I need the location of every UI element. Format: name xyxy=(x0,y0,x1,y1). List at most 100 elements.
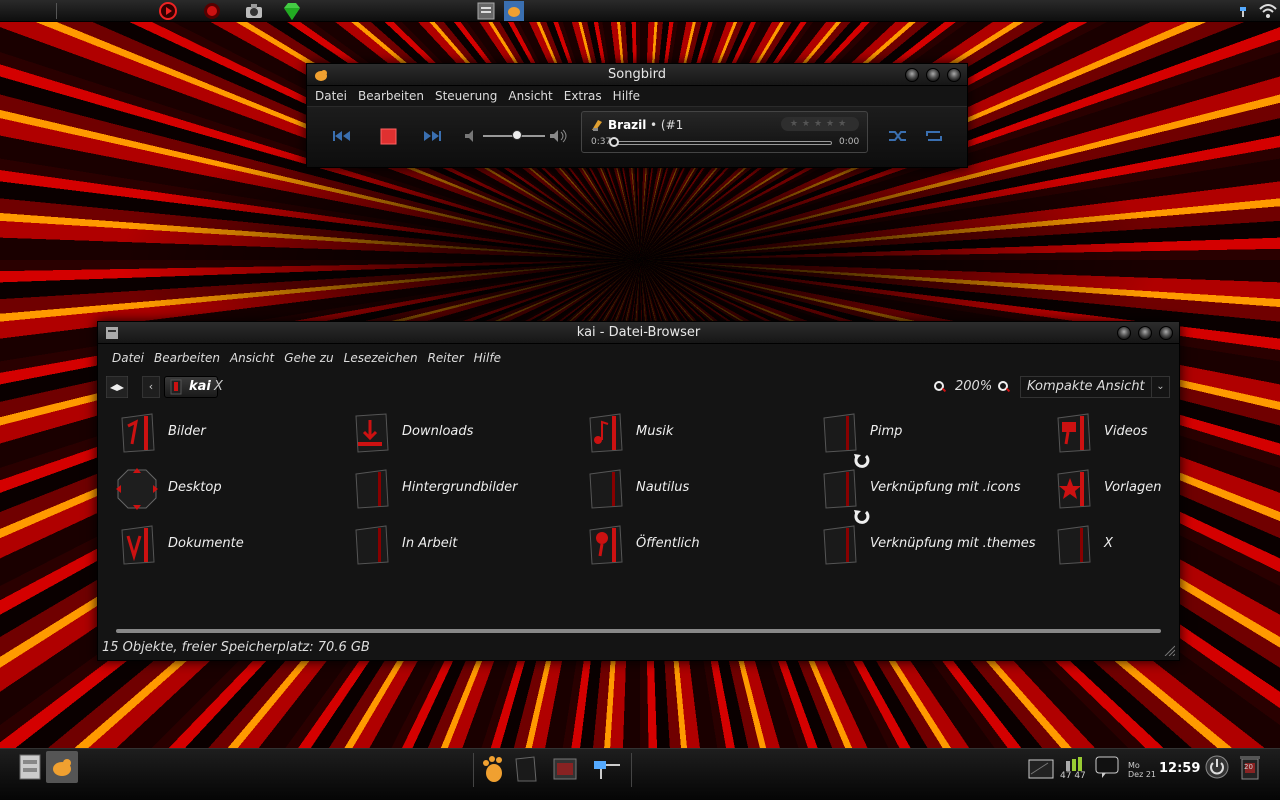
maximize-button[interactable] xyxy=(1138,326,1152,340)
seek-bar[interactable] xyxy=(612,141,832,145)
file-manager-app-icon xyxy=(106,327,118,339)
folder-icon xyxy=(589,469,623,509)
view-mode-select[interactable]: Kompakte Ansicht ⌄ xyxy=(1020,376,1170,398)
file-manager-window-icon[interactable] xyxy=(476,1,496,21)
songbird-title: Songbird xyxy=(608,67,666,82)
zoom-in-icon[interactable] xyxy=(997,380,1011,394)
home-folder-launcher-icon[interactable] xyxy=(512,755,538,783)
menu-datei[interactable]: Datei xyxy=(108,351,150,365)
network-icon[interactable] xyxy=(1238,1,1258,21)
file-item-bilder[interactable]: Bilder xyxy=(114,408,344,458)
minimize-button[interactable] xyxy=(905,68,919,82)
file-cabinet-icon[interactable] xyxy=(18,753,42,781)
desktop-folder-icon xyxy=(116,468,158,510)
file-item-desktop[interactable]: Desktop xyxy=(114,464,344,514)
gem-icon[interactable] xyxy=(282,1,302,21)
file-item-vorlagen[interactable]: Vorlagen xyxy=(1050,464,1170,514)
public-folder-icon xyxy=(589,525,623,565)
panel-separator xyxy=(56,3,57,19)
message-bubble-icon[interactable] xyxy=(1094,755,1120,779)
chevron-down-icon: ⌄ xyxy=(1151,377,1169,397)
songbird-titlebar[interactable]: Songbird xyxy=(307,64,967,86)
network-settings-icon[interactable] xyxy=(592,755,622,783)
volume-high-icon[interactable] xyxy=(548,127,570,145)
rating-stars[interactable]: ★★★★★ xyxy=(781,117,859,131)
close-tab-button[interactable]: X xyxy=(214,379,223,394)
menu-hilfe[interactable]: Hilfe xyxy=(609,89,647,103)
gnome-foot-icon[interactable] xyxy=(480,755,506,783)
player-controls: Brazil • (#1 ★★★★★ 0:37 0:00 xyxy=(307,106,967,167)
songbird-app-icon xyxy=(315,70,327,81)
panel-separator xyxy=(473,753,474,787)
now-playing-display: Brazil • (#1 ★★★★★ 0:37 0:00 xyxy=(581,111,868,153)
file-item-in-arbeit[interactable]: In Arbeit xyxy=(348,520,578,570)
folder-icon xyxy=(355,525,389,565)
songbird-taskbar-icon[interactable] xyxy=(46,751,78,783)
seek-knob[interactable] xyxy=(609,137,619,147)
symlink-arrow-icon xyxy=(854,454,870,468)
folder-icon xyxy=(1057,525,1091,565)
time-total: 0:00 xyxy=(839,137,860,147)
breadcrumb-home[interactable]: kai xyxy=(164,376,218,398)
next-track-icon[interactable] xyxy=(421,127,443,145)
menu-bearbeiten[interactable]: Bearbeiten xyxy=(150,351,226,365)
image-viewer-icon[interactable] xyxy=(552,755,578,783)
file-item-pimp[interactable]: Pimp xyxy=(816,408,1046,458)
volume-low-icon[interactable] xyxy=(463,127,477,145)
songbird-window: Songbird Datei Bearbeiten Steuerung Ansi… xyxy=(306,63,968,168)
minimize-button[interactable] xyxy=(1117,326,1131,340)
menu-lesezeichen[interactable]: Lesezeichen xyxy=(340,351,424,365)
power-icon[interactable] xyxy=(1205,755,1229,779)
menu-hilfe[interactable]: Hilfe xyxy=(470,351,507,365)
menu-ansicht[interactable]: Ansicht xyxy=(504,89,559,103)
track-title: Brazil xyxy=(608,118,647,132)
now-playing-icon xyxy=(592,120,602,131)
back-arrow-button[interactable]: ‹ xyxy=(142,376,160,398)
file-item-dokumente[interactable]: Dokumente xyxy=(114,520,344,570)
wifi-icon[interactable] xyxy=(1258,1,1278,21)
date-display[interactable]: Mo Dez 21 xyxy=(1128,761,1156,779)
close-button[interactable] xyxy=(1159,326,1173,340)
resize-grip-icon[interactable] xyxy=(1163,644,1175,656)
menu-reiter[interactable]: Reiter xyxy=(424,351,470,365)
file-item-oeffentlich[interactable]: Öffentlich xyxy=(582,520,812,570)
menu-bearbeiten[interactable]: Bearbeiten xyxy=(354,89,431,103)
browser-launcher-icon[interactable] xyxy=(202,1,222,21)
file-item-hintergrundbilder[interactable]: Hintergrundbilder xyxy=(348,464,578,514)
file-item-nautilus[interactable]: Nautilus xyxy=(582,464,812,514)
menu-datei[interactable]: Datei xyxy=(311,89,354,103)
menu-extras[interactable]: Extras xyxy=(560,89,609,103)
clock[interactable]: 12:59 xyxy=(1159,761,1200,776)
file-item-videos[interactable]: Videos xyxy=(1050,408,1170,458)
stop-icon[interactable] xyxy=(378,127,400,145)
camera-icon[interactable] xyxy=(244,1,264,21)
menu-ansicht[interactable]: Ansicht xyxy=(226,351,280,365)
file-browser-titlebar[interactable]: kai - Datei-Browser xyxy=(98,322,1179,344)
repeat-icon[interactable] xyxy=(923,127,945,145)
templates-folder-icon xyxy=(1057,469,1091,509)
maximize-button[interactable] xyxy=(926,68,940,82)
status-bar: 15 Objekte, freier Speicherplatz: 70.6 G… xyxy=(102,640,370,655)
show-desktop-icon[interactable] xyxy=(1028,759,1054,779)
file-item-verknuepfung-icons[interactable]: Verknüpfung mit .icons xyxy=(816,454,1046,514)
menu-gehe-zu[interactable]: Gehe zu xyxy=(280,351,339,365)
shuffle-icon[interactable] xyxy=(887,127,909,145)
media-player-launcher-icon[interactable] xyxy=(158,1,178,21)
music-folder-icon xyxy=(589,413,623,453)
panel-separator xyxy=(631,753,632,787)
close-button[interactable] xyxy=(947,68,961,82)
track-number: • (#1 xyxy=(650,118,684,132)
zoom-out-icon[interactable] xyxy=(933,380,947,394)
menu-steuerung[interactable]: Steuerung xyxy=(431,89,504,103)
horizontal-scrollbar[interactable] xyxy=(116,629,1161,633)
file-item-downloads[interactable]: Downloads xyxy=(348,408,578,458)
file-browser-menubar: Datei Bearbeiten Ansicht Gehe zu Lesezei… xyxy=(98,344,1179,372)
documents-folder-icon xyxy=(121,525,155,565)
previous-track-icon[interactable] xyxy=(331,127,353,145)
drive-icon[interactable] xyxy=(106,376,128,398)
file-item-musik[interactable]: Musik xyxy=(582,408,812,458)
file-item-x[interactable]: X xyxy=(1050,520,1170,570)
file-item-verknuepfung-themes[interactable]: Verknüpfung mit .themes xyxy=(816,510,1046,570)
volume-knob[interactable] xyxy=(512,130,523,140)
songbird-window-icon[interactable] xyxy=(504,1,524,21)
